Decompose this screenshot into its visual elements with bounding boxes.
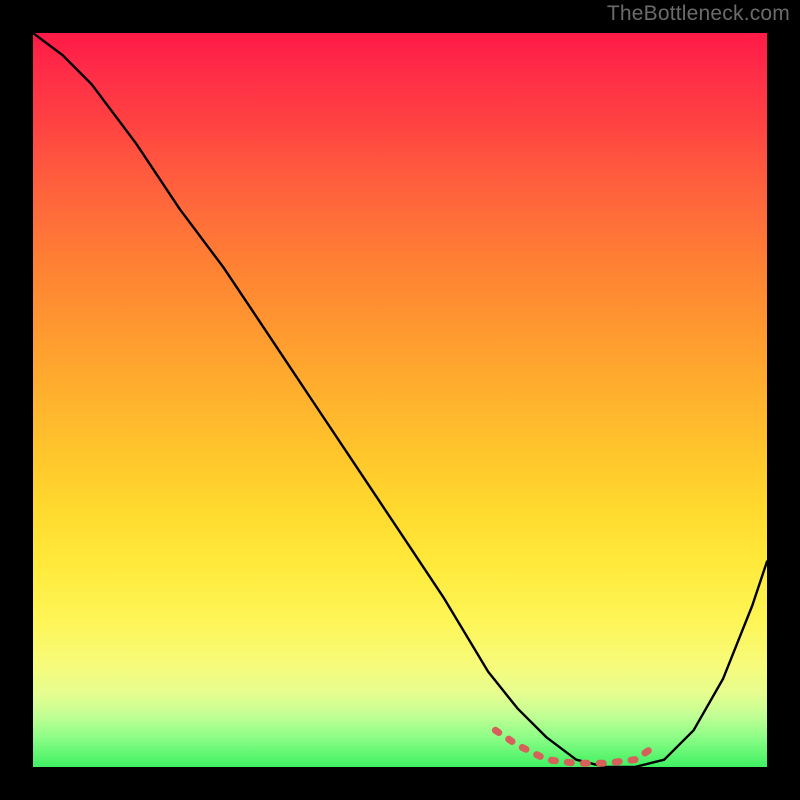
chart-frame: TheBottleneck.com <box>0 0 800 800</box>
watermark-text: TheBottleneck.com <box>607 2 790 26</box>
curve-layer <box>33 33 767 767</box>
plot-area <box>33 33 767 767</box>
bottleneck-curve <box>33 33 767 767</box>
